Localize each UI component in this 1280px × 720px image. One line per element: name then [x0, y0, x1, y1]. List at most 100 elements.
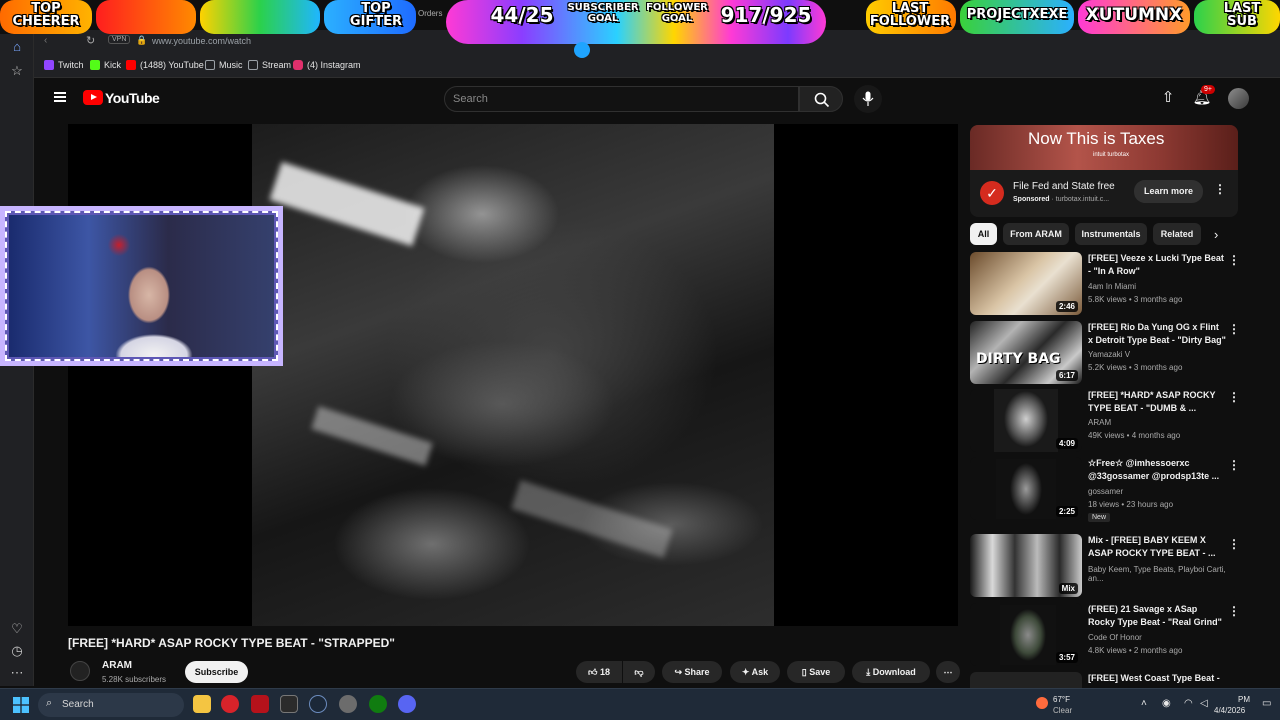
video-thumbnail[interactable]: 2:46	[970, 252, 1082, 315]
video-frame	[252, 124, 774, 626]
video-thumbnail[interactable]: 4:09	[970, 389, 1082, 452]
notification-icon[interactable]: ▭	[1262, 698, 1271, 709]
more-icon[interactable]: ⋮	[1228, 390, 1240, 404]
upload-icon[interactable]: ⇧	[1158, 88, 1178, 108]
list-item[interactable]: 2:25 ☆Free☆ @imhessoerxc @33gossamer @pr…	[970, 457, 1240, 522]
video-title[interactable]: Mix - [FREE] BABY KEEM X ASAP ROCKY TYPE…	[1088, 534, 1226, 560]
video-player[interactable]	[68, 124, 958, 626]
file-explorer-icon[interactable]	[193, 695, 211, 713]
more-icon[interactable]: ⋮	[1228, 322, 1240, 336]
bookmark-label: Kick	[104, 60, 122, 70]
chip-from-aram[interactable]: From ARAM	[1003, 223, 1069, 245]
url-field[interactable]: www.youtube.com/watch	[152, 36, 251, 46]
video-title[interactable]: [FREE] *HARD* ASAP ROCKY TYPE BEAT - "DU…	[1088, 389, 1226, 415]
wifi-icon[interactable]: ◠	[1184, 698, 1193, 709]
weather-temp[interactable]: 67°F	[1053, 695, 1070, 704]
menu-icon[interactable]	[54, 92, 66, 102]
clock-date[interactable]: 4/4/2026	[1214, 706, 1245, 715]
channel-avatar[interactable]	[70, 661, 90, 681]
video-thumbnail[interactable]: 2:25	[970, 457, 1082, 520]
reload-icon[interactable]: ↻	[86, 34, 95, 47]
windows-start-icon[interactable]	[13, 697, 29, 713]
steam-icon[interactable]	[309, 695, 327, 713]
more-icon[interactable]: ⋮	[1228, 253, 1240, 267]
subscribe-button[interactable]: Subscribe	[185, 661, 248, 683]
save-label: Save	[809, 667, 831, 677]
search-button[interactable]	[799, 86, 843, 112]
video-thumbnail[interactable]: Mix	[970, 534, 1082, 597]
taskbar-search[interactable]: Search	[38, 693, 184, 717]
bookmark-twitch[interactable]: Twitch	[44, 60, 84, 70]
clock-time[interactable]: PM	[1238, 695, 1250, 704]
more-icon[interactable]: ⋮	[1228, 537, 1240, 551]
more-icon[interactable]: ⋮	[1228, 604, 1240, 618]
star-icon[interactable]: ☆	[8, 62, 26, 80]
obs-icon[interactable]	[339, 695, 357, 713]
ad-banner[interactable]: Now This is Taxes intuit turbotax	[970, 125, 1238, 170]
video-title[interactable]: (FREE) 21 Savage x ASap Rocky Type Beat …	[1088, 603, 1226, 629]
channel-name[interactable]: gossamer	[1088, 487, 1123, 496]
channel-name[interactable]: ARAM	[1088, 418, 1111, 427]
history-icon[interactable]: ◷	[8, 642, 26, 660]
channel-name[interactable]: Baby Keem, Type Beats, Playboi Carti, an…	[1088, 565, 1240, 583]
channel-name[interactable]: Yamazaki V	[1088, 350, 1130, 359]
opera-icon[interactable]	[221, 695, 239, 713]
like-button[interactable]: 👍︎ 18	[576, 661, 622, 683]
chip-related[interactable]: Related	[1153, 223, 1201, 245]
bookmark-youtube[interactable]: (1488) YouTube	[126, 60, 204, 70]
home-icon[interactable]: ⌂	[8, 38, 26, 56]
voice-search-button[interactable]	[854, 85, 882, 113]
back-icon[interactable]: ‹	[44, 35, 47, 46]
ad-title[interactable]: File Fed and State free	[1013, 181, 1115, 192]
list-item[interactable]: Mix Mix - [FREE] BABY KEEM X ASAP ROCKY …	[970, 534, 1240, 598]
ad-menu-icon[interactable]: ⋮	[1214, 182, 1226, 196]
chevron-right-icon[interactable]: ›	[1214, 227, 1218, 242]
chevron-up-icon[interactable]: ˄	[1141, 698, 1147, 709]
youtube-logo-icon[interactable]	[83, 90, 103, 105]
app-icon[interactable]	[251, 695, 269, 713]
channel-name[interactable]: 4am In Miami	[1088, 282, 1136, 291]
more-actions-button[interactable]: ⋯	[936, 661, 960, 683]
bookmark-stream[interactable]: Stream	[248, 60, 291, 70]
video-thumbnail[interactable]: DIRTY BAG 6:17	[970, 321, 1082, 384]
share-button[interactable]: ↪ Share	[662, 661, 722, 683]
video-thumbnail[interactable]	[970, 672, 1082, 688]
search-input[interactable]: Search	[444, 86, 799, 112]
list-item[interactable]: [FREE] West Coast Type Beat -	[970, 672, 1240, 688]
video-title[interactable]: [FREE] West Coast Type Beat -	[1088, 672, 1226, 685]
epic-games-icon[interactable]	[280, 695, 298, 713]
learn-more-button[interactable]: Learn more	[1134, 180, 1203, 203]
channel-name[interactable]: ARAM	[102, 660, 132, 671]
channel-name[interactable]: Code Of Honor	[1088, 633, 1142, 642]
heart-icon[interactable]: ♡	[8, 620, 26, 638]
sponsored-ad[interactable]: Now This is Taxes intuit turbotax ✓ File…	[970, 125, 1238, 217]
account-avatar[interactable]	[1228, 88, 1249, 109]
video-meta: 5.8K views • 3 months ago	[1088, 295, 1183, 304]
subscriber-goal-label: SUBSCRIBER GOAL	[567, 2, 639, 24]
chip-instrumentals[interactable]: Instrumentals	[1075, 223, 1147, 245]
ask-button[interactable]: ✦ Ask	[730, 661, 780, 683]
save-button[interactable]: ▯ Save	[787, 661, 845, 683]
youtube-logo-text[interactable]: YouTube	[105, 90, 160, 106]
video-title[interactable]: [FREE] Rio Da Yung OG x Flint x Detroit …	[1088, 321, 1226, 347]
list-item[interactable]: 2:46 [FREE] Veeze x Lucki Type Beat - "I…	[970, 252, 1240, 316]
dislike-button[interactable]: 👎︎	[623, 661, 655, 683]
bookmark-music[interactable]: Music	[205, 60, 243, 70]
video-title[interactable]: [FREE] Veeze x Lucki Type Beat - "In A R…	[1088, 252, 1226, 278]
list-item[interactable]: 3:57 (FREE) 21 Savage x ASap Rocky Type …	[970, 603, 1240, 667]
discord-icon[interactable]	[398, 695, 416, 713]
vpn-badge[interactable]: VPN	[108, 35, 131, 44]
network-icon[interactable]: ◉	[1162, 698, 1171, 709]
more-icon[interactable]: ⋯	[8, 664, 26, 682]
chip-all[interactable]: All	[970, 223, 997, 245]
more-icon[interactable]: ⋮	[1228, 458, 1240, 472]
download-button[interactable]: ⤓ Download	[852, 661, 930, 683]
bookmark-kick[interactable]: Kick	[90, 60, 121, 70]
list-item[interactable]: DIRTY BAG 6:17 [FREE] Rio Da Yung OG x F…	[970, 321, 1240, 385]
video-thumbnail[interactable]: 3:57	[970, 603, 1082, 666]
xbox-icon[interactable]	[369, 695, 387, 713]
bookmark-instagram[interactable]: (4) Instagram	[293, 60, 361, 70]
video-title[interactable]: ☆Free☆ @imhessoerxc @33gossamer @prodsp1…	[1088, 457, 1226, 483]
volume-icon[interactable]: ◁	[1200, 698, 1208, 709]
list-item[interactable]: 4:09 [FREE] *HARD* ASAP ROCKY TYPE BEAT …	[970, 389, 1240, 453]
